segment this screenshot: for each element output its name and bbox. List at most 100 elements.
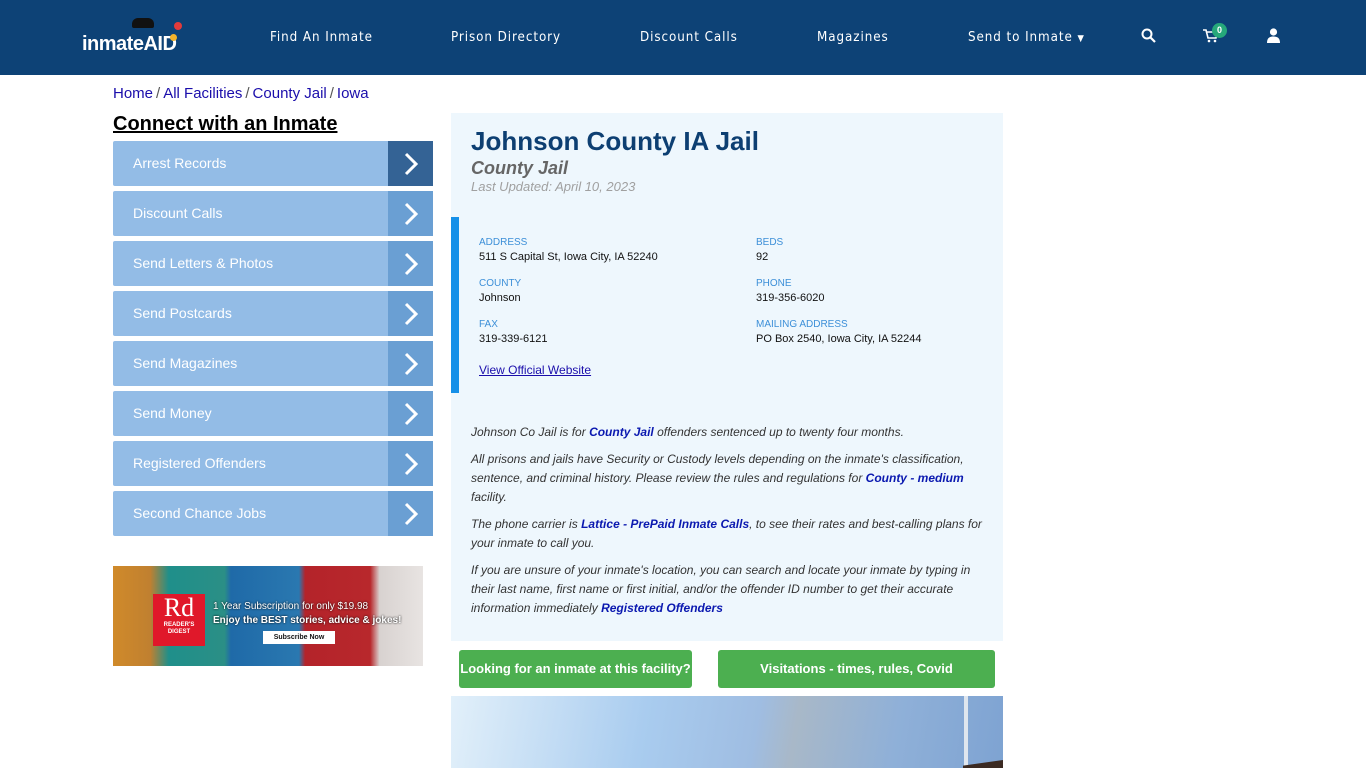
user-icon[interactable] — [1267, 28, 1280, 48]
chevron-right-icon — [388, 441, 433, 486]
phone-label: PHONE — [756, 278, 792, 289]
top-navbar: inmateAID Find An Inmate Prison Director… — [0, 0, 1366, 75]
chevron-right-icon — [388, 491, 433, 536]
chevron-right-icon — [388, 141, 433, 186]
facility-info-box: ADDRESS 511 S Capital St, Iowa City, IA … — [451, 217, 1003, 393]
desc-text: Johnson Co Jail is for — [471, 425, 590, 439]
ad-logo-letters: Rd — [163, 593, 195, 622]
search-icon[interactable] — [1141, 28, 1156, 48]
official-website-link[interactable]: View Official Website — [479, 363, 591, 377]
chevron-right-icon — [388, 291, 433, 336]
beds-field: BEDS 92 — [756, 237, 783, 263]
sidebar-title: Connect with an Inmate — [113, 113, 338, 135]
breadcrumb-iowa[interactable]: Iowa — [337, 85, 369, 102]
readers-digest-ad-banner[interactable]: Rd READER'S DIGEST 1 Year Subscription f… — [113, 566, 423, 666]
facility-panel: Johnson County IA Jail County Jail Last … — [451, 113, 1003, 641]
sidebar-item-label: Discount Calls — [133, 205, 223, 221]
address-label: ADDRESS — [479, 237, 528, 248]
breadcrumb-separator: / — [156, 85, 161, 102]
sidebar-item-second-chance-jobs[interactable]: Second Chance Jobs — [113, 491, 433, 536]
fax-field: FAX 319-339-6121 — [479, 319, 548, 345]
fax-label: FAX — [479, 319, 498, 330]
leaf-icon — [170, 34, 177, 41]
security-level-link[interactable]: County - medium — [866, 471, 964, 485]
sidebar-item-label: Send Letters & Photos — [133, 255, 274, 271]
county-label: COUNTY — [479, 278, 522, 289]
mailing-address-field: MAILING ADDRESS PO Box 2540, Iowa City, … — [756, 319, 922, 345]
desc-text: facility. — [471, 490, 507, 504]
phone-value: 319-356-6020 — [756, 292, 825, 304]
radio-tower — [964, 696, 968, 768]
sidebar-item-label: Registered Offenders — [133, 455, 266, 471]
nav-send-to-inmate[interactable]: Send to Inmate ▼ — [968, 30, 1085, 45]
pilgrim-hat-icon — [132, 18, 154, 28]
ad-logo-line2: DIGEST — [167, 629, 191, 635]
breadcrumb-all-facilities[interactable]: All Facilities — [163, 85, 242, 102]
chevron-right-icon — [388, 191, 433, 236]
fax-value: 319-339-6121 — [479, 333, 548, 345]
description-paragraph: Johnson Co Jail is for County Jail offen… — [471, 423, 991, 442]
desc-text: offenders sentenced up to twenty four mo… — [653, 425, 904, 439]
sidebar-item-label: Second Chance Jobs — [133, 505, 267, 521]
phone-carrier-link[interactable]: Lattice - PrePaid Inmate Calls — [581, 517, 749, 531]
beds-label: BEDS — [756, 237, 784, 248]
caret-down-icon: ▼ — [1077, 34, 1085, 44]
sidebar-item-send-postcards[interactable]: Send Postcards — [113, 291, 433, 336]
building-roof — [963, 760, 1003, 768]
sidebar-item-discount-calls[interactable]: Discount Calls — [113, 191, 433, 236]
last-updated: Last Updated: April 10, 2023 — [471, 179, 636, 194]
sidebar-menu: Arrest Records Discount Calls Send Letters… — [113, 141, 433, 541]
description-paragraph: All prisons and jails have Security or C… — [471, 450, 991, 507]
desc-text: The phone carrier is — [471, 517, 582, 531]
mailing-address-label: MAILING ADDRESS — [756, 319, 848, 330]
county-field: COUNTY Johnson — [479, 278, 521, 304]
inmateaid-logo[interactable]: inmateAID — [82, 18, 182, 56]
nav-prison-directory[interactable]: Prison Directory — [451, 30, 561, 45]
breadcrumb-separator: / — [245, 85, 250, 102]
ad-offer-text: 1 Year Subscription for only $19.98 — [213, 601, 369, 612]
cart-count-badge: 0 — [1212, 23, 1227, 38]
breadcrumb-county-jail[interactable]: County Jail — [253, 85, 327, 102]
phone-field: PHONE 319-356-6020 — [756, 278, 825, 304]
sidebar-item-send-magazines[interactable]: Send Magazines — [113, 341, 433, 386]
address-field: ADDRESS 511 S Capital St, Iowa City, IA … — [479, 237, 658, 263]
visitations-button[interactable]: Visitations - times, rules, Covid cancel… — [718, 650, 995, 714]
nav-send-to-inmate-label: Send to Inmate — [968, 30, 1073, 45]
ad-tagline: Enjoy the BEST stories, advice & jokes! — [213, 615, 402, 626]
beds-value: 92 — [756, 251, 769, 263]
chevron-right-icon — [388, 391, 433, 436]
logo-text: inmateAID — [82, 33, 177, 55]
readers-digest-logo: Rd READER'S DIGEST — [153, 594, 205, 646]
nav-find-an-inmate[interactable]: Find An Inmate — [270, 30, 373, 45]
nav-discount-calls[interactable]: Discount Calls — [640, 30, 738, 45]
breadcrumb-home[interactable]: Home — [113, 85, 153, 102]
description-paragraph: The phone carrier is Lattice - PrePaid I… — [471, 515, 991, 553]
breadcrumb-separator: / — [329, 85, 334, 102]
nav-magazines[interactable]: Magazines — [817, 30, 889, 45]
sidebar-item-send-letters-photos[interactable]: Send Letters & Photos — [113, 241, 433, 286]
county-value: Johnson — [479, 292, 521, 304]
sidebar-item-registered-offenders[interactable]: Registered Offenders — [113, 441, 433, 486]
description-paragraph: If you are unsure of your inmate's locat… — [471, 561, 991, 618]
breadcrumb: Home / All Facilities / County Jail / Iowa — [113, 85, 369, 102]
chevron-right-icon — [388, 241, 433, 286]
sidebar-item-label: Send Postcards — [133, 305, 232, 321]
find-inmate-at-facility-button[interactable]: Looking for an inmate at this facility? — [459, 650, 692, 688]
ad-subscribe-button[interactable]: Subscribe Now — [263, 631, 335, 644]
facility-photo — [451, 696, 1003, 768]
sidebar-item-label: Send Money — [133, 405, 212, 421]
registered-offenders-link[interactable]: Registered Offenders — [601, 601, 723, 615]
county-jail-link[interactable]: County Jail — [589, 425, 654, 439]
sidebar-item-label: Arrest Records — [133, 155, 227, 171]
facility-description: Johnson Co Jail is for County Jail offen… — [471, 423, 991, 626]
mailing-address-value: PO Box 2540, Iowa City, IA 52244 — [756, 333, 922, 345]
address-value: 511 S Capital St, Iowa City, IA 52240 — [479, 251, 658, 263]
chevron-right-icon — [388, 341, 433, 386]
facility-title: Johnson County IA Jail — [471, 126, 759, 156]
facility-type: County Jail — [471, 158, 569, 178]
leaf-icon — [174, 22, 182, 30]
sidebar-item-send-money[interactable]: Send Money — [113, 391, 433, 436]
sidebar-item-arrest-records[interactable]: Arrest Records — [113, 141, 433, 186]
ad-logo-line1: READER'S — [163, 622, 195, 628]
sidebar-item-label: Send Magazines — [133, 355, 238, 371]
